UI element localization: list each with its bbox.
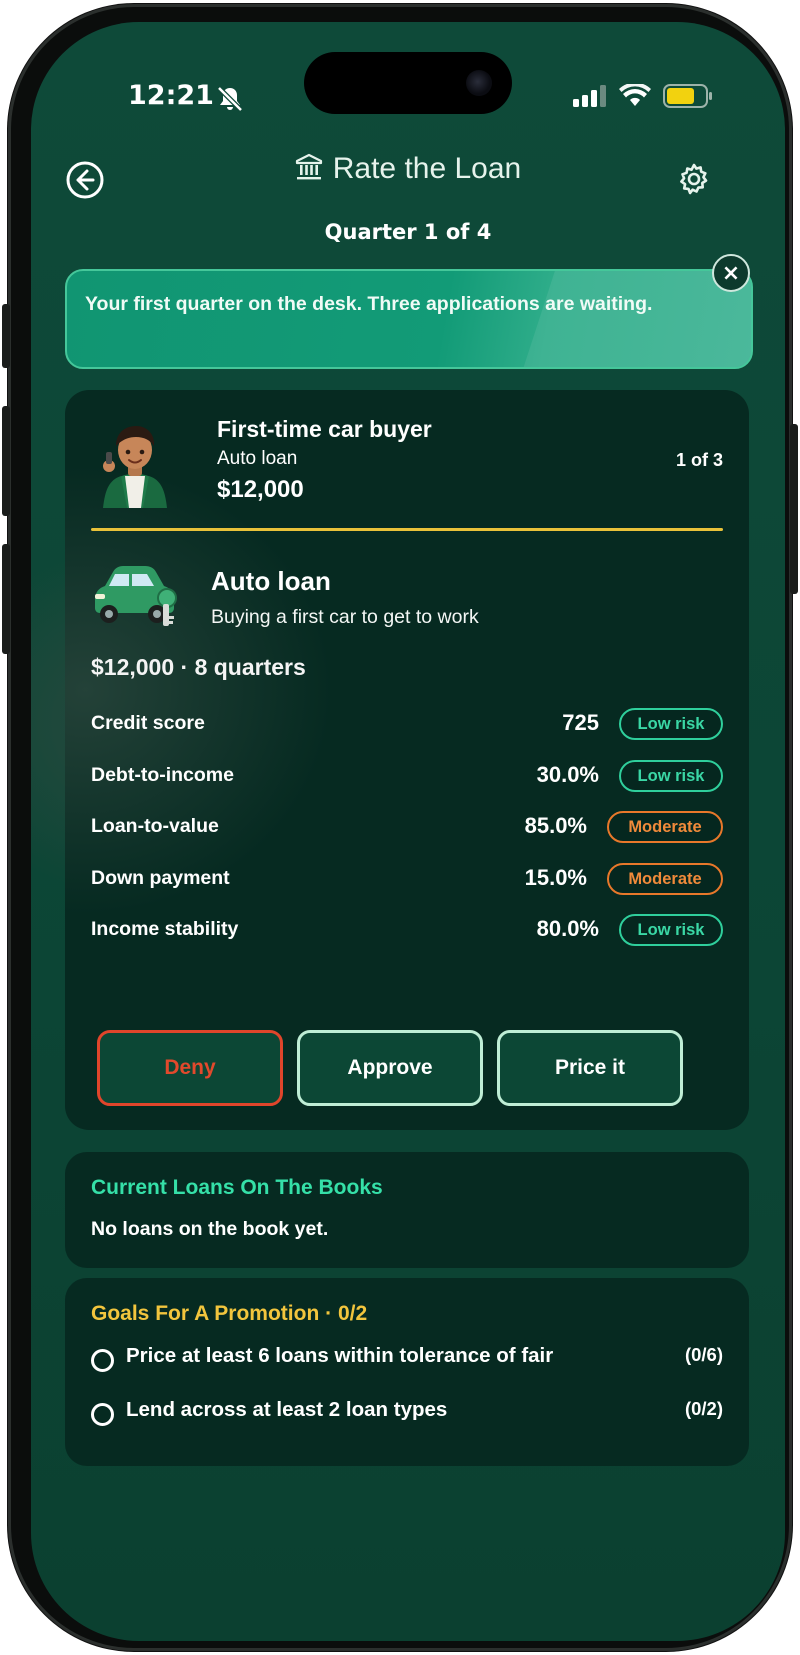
wifi-icon bbox=[619, 82, 651, 112]
volume-down-button bbox=[2, 544, 10, 654]
risk-badge: Moderate bbox=[607, 811, 723, 843]
card-divider bbox=[91, 528, 723, 531]
banner-text: Your first quarter on the desk. Three ap… bbox=[85, 293, 653, 315]
metric-debt-to-income: Debt-to-income 30.0% Low risk bbox=[91, 760, 723, 794]
quarter-indicator: Quarter 1 of 4 bbox=[324, 220, 492, 244]
metric-value: 30.0% bbox=[536, 762, 599, 787]
goals-panel: Goals For A Promotion · 0/2 Price at lea… bbox=[65, 1278, 749, 1466]
intro-banner: Your first quarter on the desk. Three ap… bbox=[65, 269, 753, 369]
metric-label: Debt-to-income bbox=[91, 764, 234, 786]
metric-income-stability: Income stability 80.0% Low risk bbox=[91, 914, 723, 948]
metric-label: Loan-to-value bbox=[91, 815, 219, 837]
metric-credit-score: Credit score 725 Low risk bbox=[91, 708, 723, 742]
goal-text: Lend across at least 2 loan types bbox=[126, 1398, 448, 1421]
close-icon: × bbox=[721, 260, 741, 286]
borrower-loan-type: Auto loan bbox=[217, 448, 298, 469]
loan-title: Auto loan bbox=[211, 566, 331, 596]
car-key-icon bbox=[89, 556, 181, 634]
current-loans-title: Current Loans On The Books bbox=[91, 1176, 383, 1199]
loan-summary: $12,000 · 8 quarters bbox=[91, 654, 306, 680]
metric-value: 85.0% bbox=[524, 813, 587, 838]
risk-badge: Low risk bbox=[619, 760, 723, 792]
signal-icon bbox=[573, 85, 607, 111]
page-title: Rate the Loan bbox=[31, 152, 785, 189]
camera-icon bbox=[466, 70, 492, 96]
deny-button[interactable]: Deny bbox=[97, 1030, 283, 1106]
goals-title: Goals For A Promotion · 0/2 bbox=[91, 1302, 368, 1325]
borrower-amount: $12,000 bbox=[217, 476, 304, 503]
goal-text: Price at least 6 loans within tolerance … bbox=[126, 1344, 554, 1367]
application-counter: 1 of 3 bbox=[675, 450, 723, 470]
borrower-name: First-time car buyer bbox=[217, 416, 432, 442]
loan-description: Buying a first car to get to work bbox=[211, 606, 479, 628]
dynamic-island bbox=[304, 52, 512, 114]
goal-count: (0/6) bbox=[684, 1344, 723, 1365]
goal-count: (0/2) bbox=[684, 1398, 723, 1419]
approve-button[interactable]: Approve bbox=[297, 1030, 483, 1106]
bell-slash-icon bbox=[216, 86, 244, 116]
battery-icon bbox=[663, 84, 713, 112]
close-banner-button[interactable]: × bbox=[712, 254, 750, 292]
current-loans-empty: No loans on the book yet. bbox=[91, 1218, 329, 1240]
page-title-text: Rate the Loan bbox=[332, 152, 522, 185]
settings-button[interactable] bbox=[677, 162, 711, 196]
gear-icon bbox=[680, 163, 708, 195]
volume-up-button bbox=[2, 406, 10, 516]
metric-label: Income stability bbox=[91, 918, 239, 940]
metric-value: 15.0% bbox=[524, 865, 587, 890]
goal-item: Price at least 6 loans within tolerance … bbox=[91, 1342, 723, 1376]
price-it-button[interactable]: Price it bbox=[497, 1030, 683, 1106]
metric-down-payment: Down payment 15.0% Moderate bbox=[91, 863, 723, 897]
bank-icon bbox=[295, 153, 323, 189]
phone-frame: 12:21 Rate the Loan Quarter 1 of 4 Your … bbox=[2, 4, 798, 1651]
application-card: First-time car buyer Auto loan $12,000 1… bbox=[65, 390, 749, 1130]
radio-circle-icon bbox=[91, 1403, 114, 1426]
risk-badge: Moderate bbox=[607, 863, 723, 895]
metric-label: Credit score bbox=[91, 712, 205, 734]
goal-item: Lend across at least 2 loan types (0/2) bbox=[91, 1396, 723, 1430]
current-loans-panel: Current Loans On The Books No loans on t… bbox=[65, 1152, 749, 1268]
risk-badge: Low risk bbox=[619, 914, 723, 946]
metric-loan-to-value: Loan-to-value 85.0% Moderate bbox=[91, 811, 723, 845]
radio-circle-icon bbox=[91, 1349, 114, 1372]
status-time: 12:21 bbox=[128, 80, 214, 111]
power-button bbox=[790, 424, 798, 594]
action-button bbox=[2, 304, 10, 368]
metric-value: 80.0% bbox=[536, 916, 599, 941]
risk-badge: Low risk bbox=[619, 708, 723, 740]
metric-value: 725 bbox=[562, 710, 599, 735]
borrower-avatar bbox=[97, 422, 173, 512]
metric-label: Down payment bbox=[91, 867, 230, 889]
app-screen: 12:21 Rate the Loan Quarter 1 of 4 Your … bbox=[31, 22, 785, 1641]
